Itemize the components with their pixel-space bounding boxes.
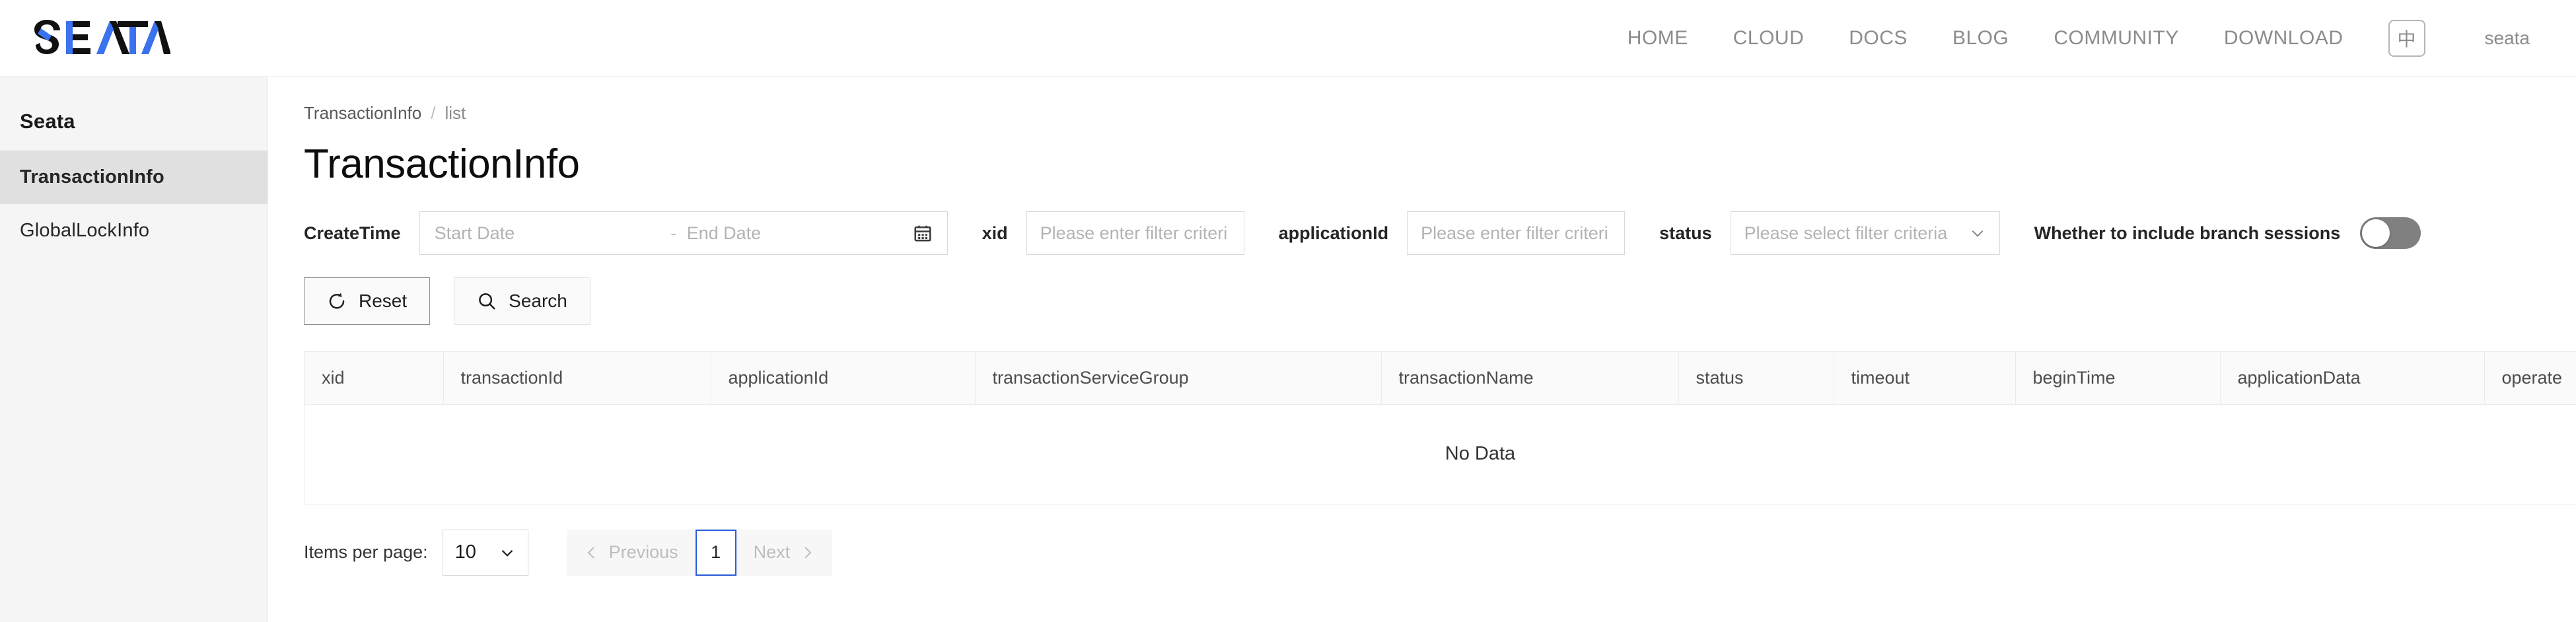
items-per-page-value: 10 bbox=[454, 541, 476, 563]
nav-link-cloud[interactable]: CLOUD bbox=[1711, 27, 1827, 50]
column-header-transactionservicegroup[interactable]: transactionServiceGroup bbox=[975, 352, 1382, 405]
top-navigation-bar: HOME CLOUD DOCS BLOG COMMUNITY DOWNLOAD … bbox=[0, 0, 2576, 77]
column-header-status[interactable]: status bbox=[1678, 352, 1834, 405]
user-name-label[interactable]: seata bbox=[2485, 28, 2537, 49]
page-number-1[interactable]: 1 bbox=[695, 529, 736, 576]
main-content: TransactionInfo / list TransactionInfo C… bbox=[268, 77, 2576, 622]
branch-sessions-toggle[interactable] bbox=[2360, 217, 2421, 249]
table-empty-text: No Data bbox=[1445, 443, 1516, 465]
refresh-icon bbox=[327, 291, 347, 311]
reset-button-label: Reset bbox=[359, 291, 408, 311]
previous-page-button[interactable]: Previous bbox=[566, 529, 696, 576]
column-header-operate[interactable]: operate bbox=[2484, 352, 2576, 405]
column-header-timeout[interactable]: timeout bbox=[1834, 352, 2016, 405]
nav-link-home[interactable]: HOME bbox=[1605, 27, 1711, 50]
search-button[interactable]: Search bbox=[454, 277, 590, 325]
column-header-applicationdata[interactable]: applicationData bbox=[2220, 352, 2485, 405]
column-header-applicationid[interactable]: applicationId bbox=[711, 352, 976, 405]
filter-action-buttons: Reset Search bbox=[304, 277, 2576, 325]
application-id-input-placeholder: Please enter filter criteri bbox=[1421, 223, 1608, 243]
nav-link-community[interactable]: COMMUNITY bbox=[2031, 27, 2201, 50]
status-select[interactable]: Please select filter criteria bbox=[1730, 211, 2000, 255]
date-range-dash: - bbox=[670, 223, 676, 243]
app-root: HOME CLOUD DOCS BLOG COMMUNITY DOWNLOAD … bbox=[0, 0, 2576, 622]
chevron-left-icon bbox=[584, 545, 600, 561]
items-per-page-select[interactable]: 10 bbox=[442, 529, 528, 576]
create-time-label: CreateTime bbox=[304, 223, 401, 243]
sidebar: Seata TransactionInfo GlobalLockInfo bbox=[0, 77, 268, 622]
sidebar-brand: Seata bbox=[20, 110, 75, 133]
column-header-transactionname[interactable]: transactionName bbox=[1381, 352, 1679, 405]
nav-link-download[interactable]: DOWNLOAD bbox=[2201, 27, 2366, 50]
search-button-label: Search bbox=[509, 291, 567, 311]
next-page-button[interactable]: Next bbox=[736, 529, 833, 576]
language-switch-button[interactable]: 中 bbox=[2388, 19, 2425, 57]
language-glyph: 中 bbox=[2397, 28, 2416, 50]
calendar-icon[interactable] bbox=[913, 223, 933, 243]
transaction-table: xid transactionId applicationId transact… bbox=[304, 351, 2576, 504]
chevron-right-icon bbox=[799, 545, 815, 561]
status-select-placeholder: Please select filter criteria bbox=[1744, 223, 1948, 243]
sidebar-item-globallockinfo[interactable]: GlobalLockInfo bbox=[0, 204, 268, 258]
items-per-page-label: Items per page: bbox=[304, 542, 428, 562]
xid-input-placeholder: Please enter filter criteri bbox=[1040, 223, 1228, 243]
breadcrumb-current: list bbox=[445, 103, 466, 123]
seata-logo[interactable] bbox=[32, 18, 170, 58]
filter-bar: CreateTime Start Date - End Date xid Ple… bbox=[304, 211, 2576, 255]
column-header-begintime[interactable]: beginTime bbox=[2015, 352, 2221, 405]
end-date-input[interactable]: End Date bbox=[687, 223, 913, 244]
xid-label: xid bbox=[982, 223, 1008, 243]
next-page-label: Next bbox=[753, 542, 791, 562]
page-title: TransactionInfo bbox=[304, 141, 580, 187]
status-label: status bbox=[1659, 223, 1712, 243]
application-id-label: applicationId bbox=[1278, 223, 1389, 243]
page-controls: Previous 1 Next bbox=[566, 529, 833, 576]
create-time-range-picker[interactable]: Start Date - End Date bbox=[419, 211, 948, 255]
breadcrumb: TransactionInfo / list bbox=[304, 103, 2576, 123]
nav-link-docs[interactable]: DOCS bbox=[1826, 27, 1930, 50]
column-header-xid[interactable]: xid bbox=[304, 352, 444, 405]
chevron-down-icon bbox=[1969, 225, 1986, 242]
application-id-input[interactable]: Please enter filter criteri bbox=[1407, 211, 1626, 255]
breadcrumb-separator: / bbox=[431, 103, 436, 123]
start-date-input[interactable]: Start Date bbox=[435, 223, 661, 244]
table-empty-row: No Data bbox=[304, 405, 2576, 504]
reset-button[interactable]: Reset bbox=[304, 277, 431, 325]
branch-sessions-label: Whether to include branch sessions bbox=[2034, 223, 2341, 243]
sidebar-item-transactioninfo[interactable]: TransactionInfo bbox=[0, 151, 268, 204]
breadcrumb-root[interactable]: TransactionInfo bbox=[304, 103, 421, 123]
xid-input[interactable]: Please enter filter criteri bbox=[1026, 211, 1244, 255]
body-container: Seata TransactionInfo GlobalLockInfo Tra… bbox=[0, 77, 2576, 622]
column-header-transactionid[interactable]: transactionId bbox=[443, 352, 711, 405]
toggle-knob bbox=[2362, 219, 2390, 247]
top-nav-links: HOME CLOUD DOCS BLOG COMMUNITY DOWNLOAD … bbox=[1605, 19, 2537, 57]
search-icon bbox=[477, 291, 497, 311]
pagination: Items per page: 10 Previous 1 Next bbox=[304, 529, 2576, 576]
chevron-down-icon bbox=[499, 544, 516, 561]
nav-link-blog[interactable]: BLOG bbox=[1930, 27, 2031, 50]
table-header-row: xid transactionId applicationId transact… bbox=[304, 352, 2576, 405]
previous-page-label: Previous bbox=[608, 542, 678, 562]
